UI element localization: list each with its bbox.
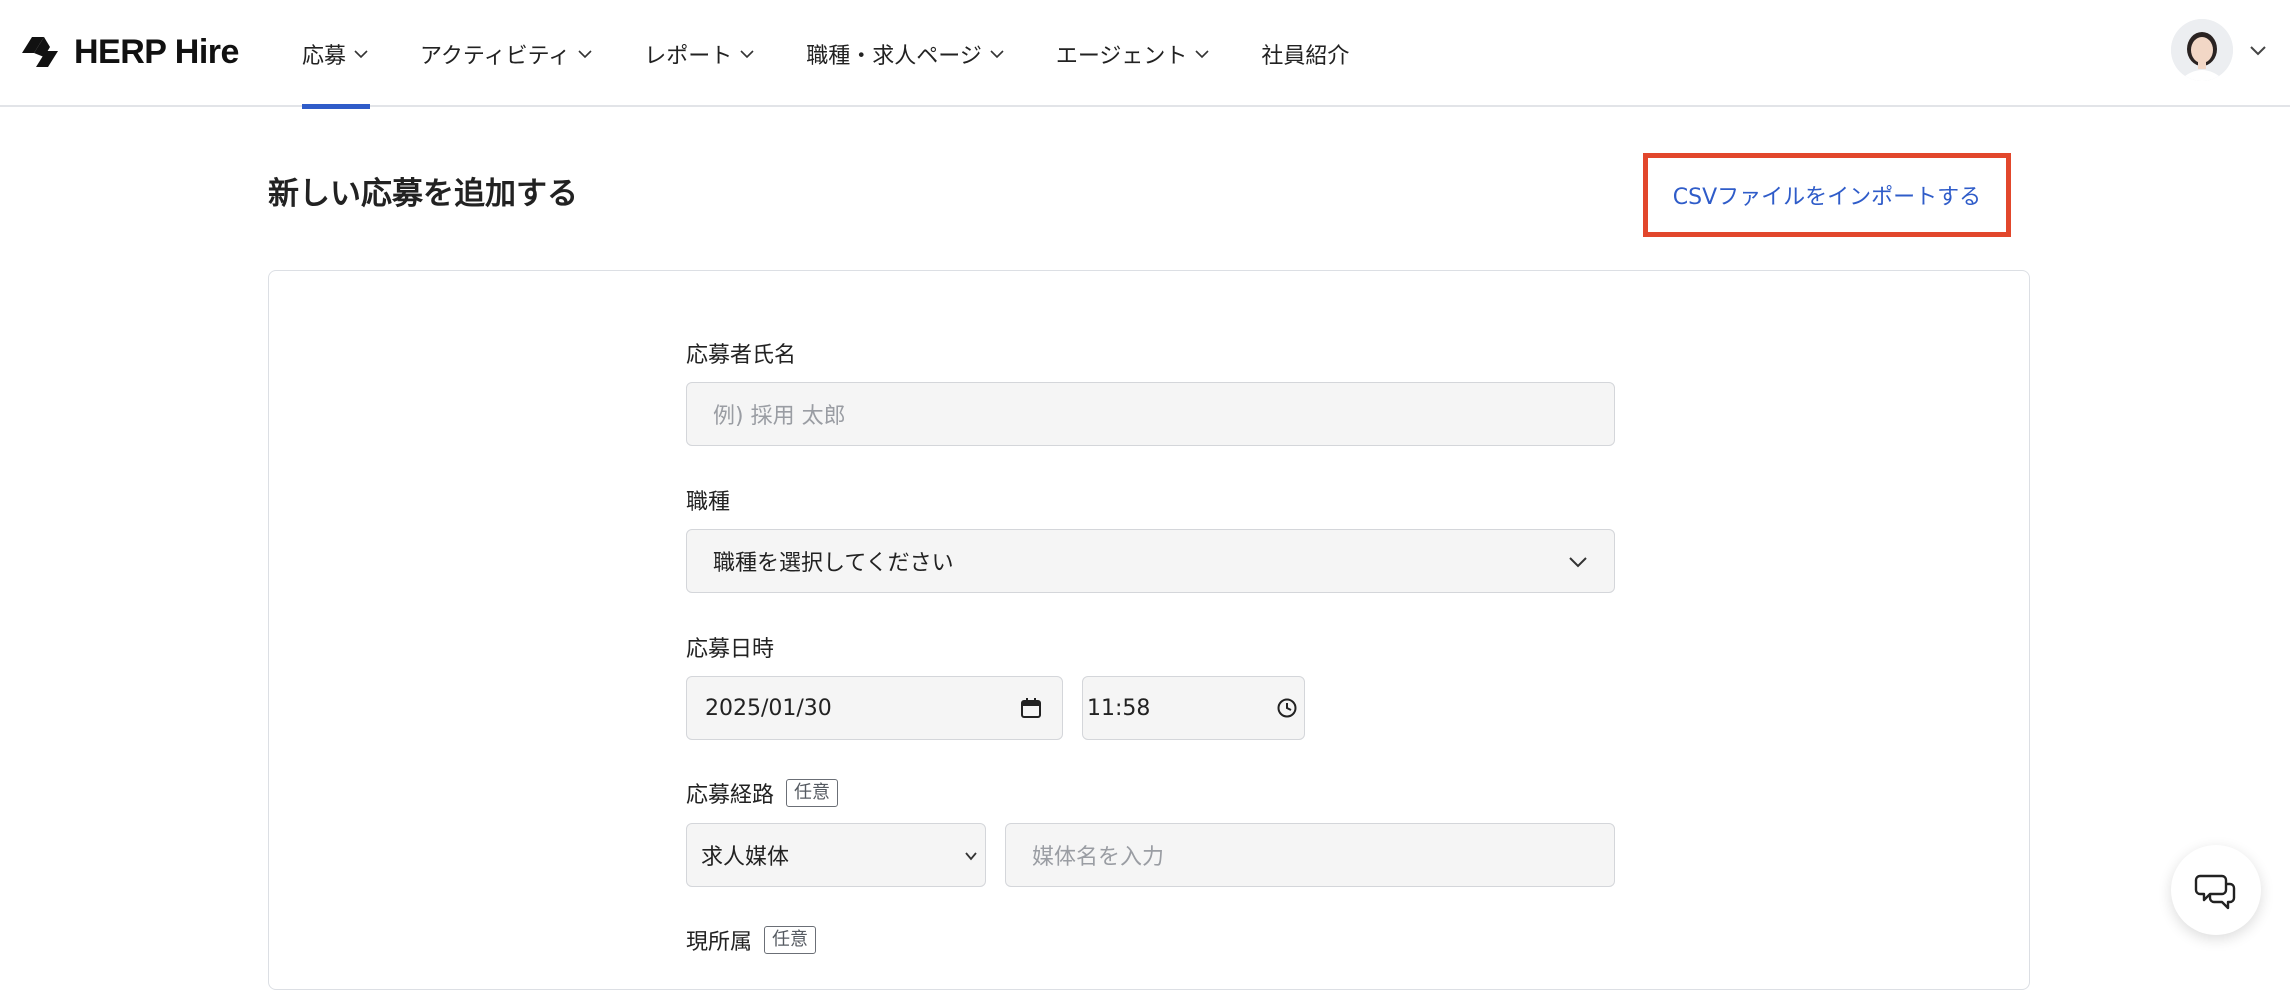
media-name-placeholder: 媒体名を入力 [1032,845,1165,870]
chevron-down-icon [1569,557,1587,568]
applicant-name-label-text: 応募者氏名 [686,343,797,368]
application-form-card: 応募者氏名 例) 採用 太郎 職種 職種を選択してください 応募日時 2025/… [268,270,2030,990]
chevron-down-icon [740,49,754,58]
applied-time-value: 11:58 [1087,695,1151,721]
job-label: 職種 [686,484,730,516]
source-label-text: 応募経路 [686,783,775,808]
source-label: 応募経路 任意 [686,777,839,809]
applied-time-input[interactable]: 11:58 [1082,676,1305,740]
nav-item-label: 職種・求人ページ [806,43,982,69]
source-select-value: 求人媒体 [701,845,790,870]
page-title: 新しい応募を追加する [268,176,578,212]
nav-item-agents[interactable]: エージェント [1056,0,1212,107]
nav-item-activity[interactable]: アクティビティ [420,0,594,107]
source-select[interactable]: 求人媒体 [686,823,986,887]
nav-item-label: 応募 [302,43,347,69]
optional-badge: 任意 [764,926,817,954]
applied-at-label-text: 応募日時 [686,637,775,662]
current-company-label: 現所属 任意 [686,924,817,956]
job-select[interactable]: 職種を選択してください [686,529,1615,593]
chevron-down-icon [1195,49,1209,58]
nav-item-label: 社員紹介 [1261,43,1350,69]
top-header: HERP Hire 応募 アクティビティ レポート 職種・求人ページ エージェン… [0,0,2290,109]
applicant-name-label: 応募者氏名 [686,337,796,369]
current-company-label-text: 現所属 [686,930,753,955]
user-avatar[interactable] [2171,19,2233,81]
user-avatar-icon [2171,19,2233,81]
media-name-input[interactable]: 媒体名を入力 [1005,823,1615,887]
chevron-down-icon [990,49,1004,58]
nav-item-jobs[interactable]: 職種・求人ページ [806,0,1006,107]
nav-item-label: エージェント [1055,43,1188,69]
applied-at-label: 応募日時 [686,631,774,663]
nav-item-referrals[interactable]: 社員紹介 [1261,0,1349,107]
chevron-down-icon [578,49,592,58]
job-select-value: 職種を選択してください [713,551,954,576]
logo[interactable]: HERP Hire [20,30,239,74]
applied-date-value: 2025/01/30 [705,695,832,721]
chat-button[interactable] [2171,845,2261,935]
chat-icon [2194,874,2236,910]
chevron-down-icon [965,852,977,861]
applied-date-input[interactable]: 2025/01/30 [686,676,1063,740]
job-label-text: 職種 [686,490,731,515]
nav-item-label: アクティビティ [420,43,571,69]
logo-text: HERP Hire [74,32,239,71]
optional-badge: 任意 [786,779,839,807]
applicant-name-input[interactable]: 例) 採用 太郎 [686,382,1615,446]
csv-import-highlight: CSVファイルをインポートする [1643,153,2011,237]
nav-item-reports[interactable]: レポート [644,0,756,107]
clock-icon[interactable] [1276,697,1298,719]
applicant-name-placeholder: 例) 採用 太郎 [713,404,846,429]
csv-import-link[interactable]: CSVファイルをインポートする [1673,179,1981,211]
main-nav: 応募 アクティビティ レポート 職種・求人ページ エージェント 社員紹介 [302,0,1349,109]
herp-logo-icon [22,37,58,67]
calendar-icon[interactable] [1020,697,1042,719]
nav-item-applications[interactable]: 応募 [302,0,371,109]
nav-item-label: レポート [644,43,733,69]
chevron-down-icon[interactable] [2246,38,2270,62]
chevron-down-icon [354,49,368,58]
